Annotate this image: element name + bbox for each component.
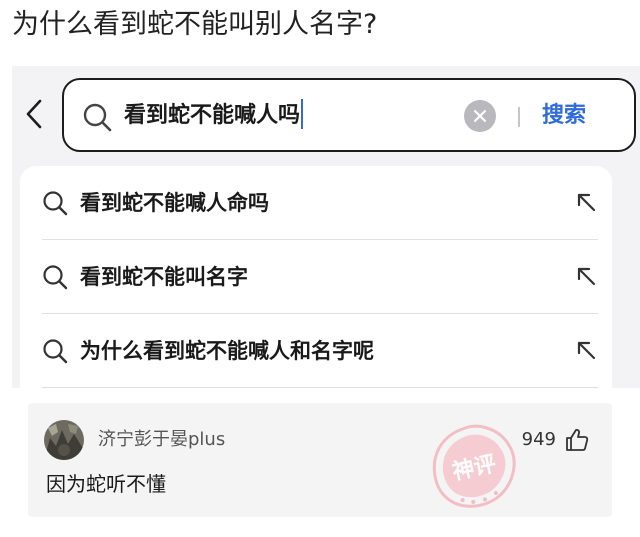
suggestion-label: 为什么看到蛇不能喊人和名字呢 (80, 339, 374, 363)
clear-button[interactable] (464, 100, 496, 132)
search-icon (43, 339, 68, 364)
search-icon (83, 103, 112, 132)
suggestion-item[interactable]: 为什么看到蛇不能喊人和名字呢 (20, 314, 612, 388)
avatar-image (44, 420, 84, 460)
arrow-up-left-icon[interactable] (574, 264, 598, 288)
clear-icon (473, 109, 487, 123)
search-icon (43, 191, 68, 216)
like-count: 949 (521, 429, 556, 450)
avatar[interactable] (44, 420, 84, 460)
chevron-left-icon (26, 99, 42, 129)
username[interactable]: 济宁彭于晏plus (98, 427, 225, 453)
search-input[interactable]: 看到蛇不能喊人吗 (124, 96, 454, 136)
search-panel: 看到蛇不能喊人吗 搜索 看到蛇不能喊人命吗 看到蛇不能叫名字 为什么看到蛇不能喊… (12, 66, 640, 388)
divider (42, 387, 598, 388)
suggestion-label: 看到蛇不能喊人命吗 (80, 191, 269, 215)
suggestion-label: 看到蛇不能叫名字 (80, 265, 248, 289)
search-divider (518, 107, 520, 127)
suggestion-item[interactable]: 看到蛇不能叫名字 (20, 240, 612, 314)
text-caret (301, 99, 304, 129)
arrow-up-left-icon[interactable] (574, 338, 598, 362)
search-box[interactable]: 看到蛇不能喊人吗 搜索 (62, 78, 636, 152)
comment-text: 因为蛇听不懂 (46, 472, 166, 496)
suggestion-list: 看到蛇不能喊人命吗 看到蛇不能叫名字 为什么看到蛇不能喊人和名字呢 (20, 166, 612, 388)
hot-comment-stamp: 神评 (432, 424, 516, 508)
thumbs-up-icon[interactable] (564, 427, 590, 453)
search-icon (43, 265, 68, 290)
back-button[interactable] (20, 96, 48, 132)
question-title: 为什么看到蛇不能叫别人名字? (12, 9, 378, 40)
comment-card: 济宁彭于晏plus 神评 949 因为蛇听不懂 (28, 403, 612, 517)
search-button[interactable]: 搜索 (542, 98, 586, 134)
arrow-up-left-icon[interactable] (574, 190, 598, 214)
suggestion-item[interactable]: 看到蛇不能喊人命吗 (20, 166, 612, 240)
search-query-text: 看到蛇不能喊人吗 (124, 103, 301, 128)
